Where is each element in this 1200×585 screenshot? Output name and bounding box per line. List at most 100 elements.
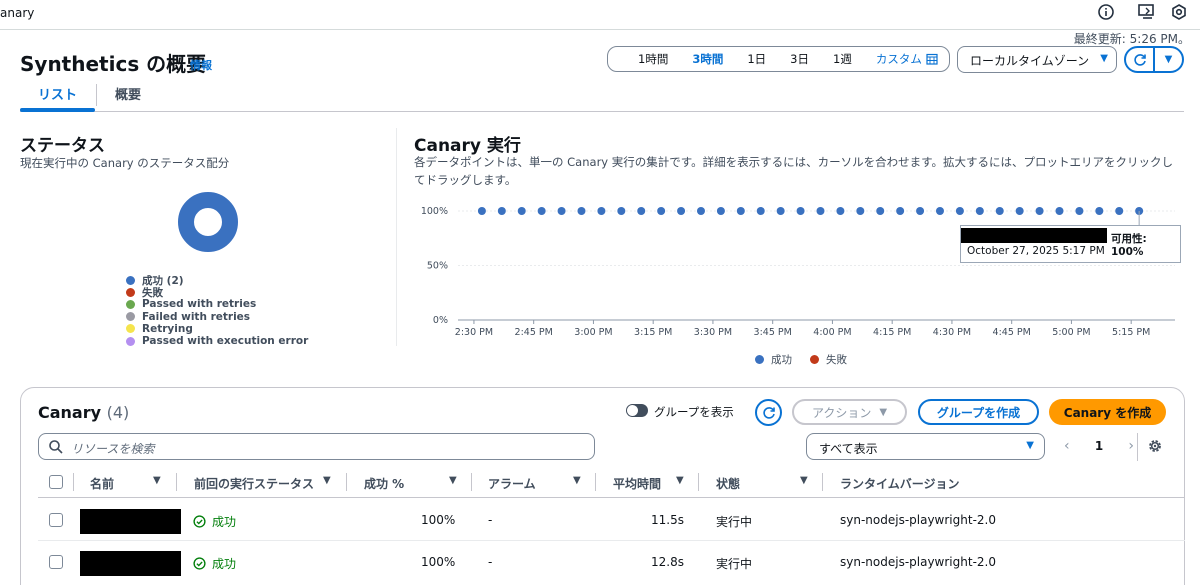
status-legend-item[interactable]: Failed with retries — [126, 311, 308, 323]
tab-list[interactable]: リスト — [38, 84, 77, 103]
refresh-button[interactable] — [1126, 48, 1153, 71]
breadcrumb[interactable]: anary — [0, 6, 34, 20]
data-point[interactable] — [975, 207, 984, 215]
data-point[interactable] — [876, 207, 885, 215]
timezone-select[interactable]: ローカルタイムゾーン ▼ — [957, 46, 1117, 73]
data-point[interactable] — [796, 207, 805, 215]
col-success-rate[interactable]: 成功 % — [364, 475, 404, 492]
range-3d[interactable]: 3日 — [778, 51, 821, 67]
status-legend-item[interactable]: Passed with retries — [126, 298, 308, 310]
data-point[interactable] — [776, 207, 785, 215]
data-point[interactable] — [617, 207, 626, 215]
gear-icon[interactable] — [1147, 438, 1163, 454]
legend-failed[interactable]: 失敗 — [810, 352, 847, 367]
donut-slice-success — [178, 192, 238, 252]
group-toggle[interactable] — [626, 404, 648, 417]
sort-caret-icon[interactable]: ▼ — [800, 475, 808, 486]
data-point[interactable] — [836, 207, 845, 215]
range-1d[interactable]: 1日 — [735, 51, 778, 67]
table-refresh-button[interactable] — [755, 399, 782, 426]
range-1w[interactable]: 1週 — [821, 51, 864, 67]
data-point[interactable] — [497, 207, 506, 215]
data-point[interactable] — [517, 207, 526, 215]
data-point[interactable] — [756, 207, 765, 215]
refresh-menu-button[interactable]: ▼ — [1153, 48, 1182, 71]
col-last-status[interactable]: 前回の実行ステータス — [194, 475, 314, 492]
status-legend-item[interactable]: 失敗 — [126, 286, 308, 299]
tab-overview[interactable]: 概要 — [115, 84, 141, 103]
data-point[interactable] — [736, 207, 745, 215]
range-custom[interactable]: カスタム — [864, 51, 926, 67]
prev-page-icon[interactable]: ‹ — [1064, 438, 1070, 454]
data-point[interactable] — [896, 207, 905, 215]
filter-select[interactable]: すべて表示 ▼ — [806, 433, 1045, 460]
status-donut-chart[interactable] — [176, 190, 240, 254]
select-all-checkbox[interactable] — [49, 475, 63, 489]
data-point[interactable] — [597, 207, 606, 215]
row-checkbox[interactable] — [49, 513, 63, 527]
col-name[interactable]: 名前 — [90, 475, 114, 492]
x-tick-label: 3:45 PM — [754, 327, 792, 338]
status-legend-item[interactable]: Retrying — [126, 323, 308, 335]
data-point[interactable] — [1055, 207, 1064, 215]
data-point[interactable] — [696, 207, 705, 215]
legend-success[interactable]: 成功 — [755, 352, 792, 367]
data-point[interactable] — [1095, 207, 1104, 215]
range-3h[interactable]: 3時間 — [680, 51, 735, 67]
run-status-label: 成功 — [212, 557, 237, 571]
data-point[interactable] — [657, 207, 666, 215]
current-page[interactable]: 1 — [1095, 439, 1103, 453]
data-point[interactable] — [557, 207, 566, 215]
data-point[interactable] — [1015, 207, 1024, 215]
info-icon[interactable] — [1097, 3, 1115, 21]
runtime-version: syn-nodejs-playwright-2.0 — [840, 513, 996, 527]
sort-caret-icon[interactable]: ▼ — [449, 475, 457, 486]
actions-button[interactable]: アクション ▼ — [792, 399, 907, 425]
info-link[interactable]: 情報 — [190, 57, 212, 73]
data-point[interactable] — [1075, 207, 1084, 215]
data-point[interactable] — [955, 207, 964, 215]
data-point[interactable] — [995, 207, 1004, 215]
data-point[interactable] — [935, 207, 944, 215]
data-point[interactable] — [537, 207, 546, 215]
col-state[interactable]: 状態 — [716, 475, 740, 492]
data-point[interactable] — [856, 207, 865, 215]
data-point[interactable] — [577, 207, 586, 215]
range-1h[interactable]: 1時間 — [626, 51, 680, 67]
search-input[interactable]: リソースを検索 — [38, 433, 595, 460]
col-avg-time[interactable]: 平均時間 — [613, 475, 661, 492]
data-point[interactable] — [637, 207, 646, 215]
state-value: 実行中 — [716, 557, 753, 571]
redacted-canary-name[interactable] — [80, 551, 181, 576]
create-canary-button[interactable]: Canary を作成 — [1049, 399, 1166, 425]
create-group-button[interactable]: グループを作成 — [918, 399, 1039, 425]
x-tick-label: 2:45 PM — [515, 327, 553, 338]
data-point[interactable] — [677, 207, 686, 215]
settings-icon[interactable] — [1170, 3, 1188, 21]
table-row[interactable]: 成功 100% - 12.8s 実行中 syn-nodejs-playwrigh… — [38, 541, 1185, 583]
sort-caret-icon[interactable]: ▼ — [153, 475, 161, 486]
status-legend-item[interactable]: Passed with execution error — [126, 335, 308, 347]
data-point[interactable] — [1035, 207, 1044, 215]
row-checkbox[interactable] — [49, 555, 63, 569]
legend-label: Failed with retries — [142, 310, 251, 323]
calendar-icon[interactable] — [926, 53, 938, 65]
sort-caret-icon[interactable]: ▼ — [573, 475, 581, 486]
pager-divider — [1137, 433, 1138, 461]
data-point[interactable] — [1115, 207, 1124, 215]
data-point[interactable] — [916, 207, 925, 215]
sort-caret-icon[interactable]: ▼ — [323, 475, 331, 486]
redacted-canary-name[interactable] — [80, 509, 181, 534]
data-point[interactable] — [816, 207, 825, 215]
col-runtime[interactable]: ランタイムバージョン — [840, 475, 960, 492]
table-row[interactable]: 成功 100% - 11.5s 実行中 syn-nodejs-playwrigh… — [38, 499, 1185, 541]
next-page-icon[interactable]: › — [1128, 438, 1134, 454]
col-alarm[interactable]: アラーム — [488, 475, 536, 492]
sort-caret-icon[interactable]: ▼ — [676, 475, 684, 486]
feedback-icon[interactable] — [1137, 3, 1155, 21]
timezone-value: ローカルタイムゾーン — [970, 54, 1090, 68]
status-title: ステータス — [20, 136, 105, 156]
data-point[interactable] — [477, 207, 486, 215]
runs-chart[interactable]: 100% 50% 0% 2:30 PM 2:45 PM 3:00 PM 3:15 PM 3:3… — [410, 195, 1185, 340]
data-point[interactable] — [716, 207, 725, 215]
